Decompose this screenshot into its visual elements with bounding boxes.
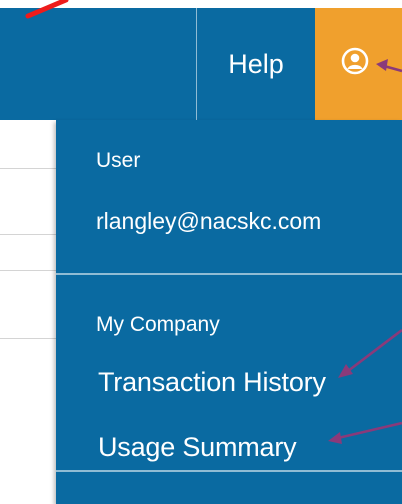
- usage-summary-link[interactable]: Usage Summary: [98, 432, 297, 463]
- menu-bottom-divider: [56, 470, 402, 472]
- menu-divider: [56, 273, 402, 275]
- transaction-history-link[interactable]: Transaction History: [98, 367, 326, 398]
- help-link[interactable]: Help: [196, 8, 315, 120]
- user-menu-button[interactable]: [315, 8, 402, 120]
- user-circle-icon: [341, 47, 368, 75]
- row-divider: [0, 270, 56, 271]
- user-email: rlangley@nacskc.com: [96, 208, 322, 234]
- company-section-label: My Company: [96, 313, 220, 336]
- background-content-panel: [0, 120, 56, 504]
- row-divider: [0, 234, 56, 235]
- top-navigation-bar: Help: [0, 8, 402, 120]
- user-section-label: User: [96, 149, 141, 172]
- row-divider: [0, 338, 56, 339]
- user-dropdown-menu: User rlangley@nacskc.com My Company Tran…: [56, 120, 402, 504]
- row-divider: [0, 168, 56, 169]
- help-label: Help: [228, 48, 284, 79]
